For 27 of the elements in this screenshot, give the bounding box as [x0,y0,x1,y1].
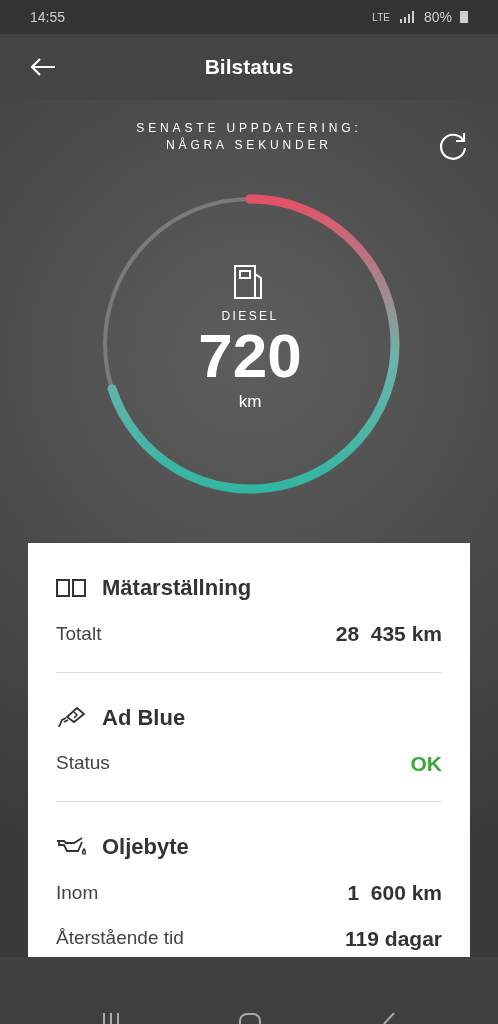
section-title: Oljebyte [102,833,189,861]
oil-can-icon [56,835,86,858]
row-value: 1 600 km [347,880,442,906]
recent-apps-icon[interactable] [100,1013,122,1024]
row-label: Status [56,751,110,775]
home-icon[interactable] [238,1012,262,1024]
row-label: Återstående tid [56,926,184,950]
section-title: Mätarställning [102,574,252,602]
nozzle-icon [56,706,86,728]
odometer-icon [56,576,86,599]
row-value: 119 dagar [345,925,442,952]
battery-percent: 80% [423,7,452,27]
update-label: SENASTE UPPDATERING: [136,120,362,137]
row-label: Totalt [56,621,102,646]
battery-icon [460,11,468,23]
section-title: Ad Blue [102,703,186,732]
status-value: OK [410,750,442,777]
network-label: LTE [372,10,390,25]
row-value: 28 435 km [335,621,442,647]
back-icon[interactable] [382,1013,396,1024]
signal-icon [397,11,416,23]
status-time: 14:55 [30,7,66,27]
page-title: Bilstatus [203,54,295,81]
back-arrow-icon[interactable] [30,58,56,76]
update-time: NÅGRA SEKUNDER [166,137,332,154]
row-label: Inom [56,880,99,905]
refresh-icon[interactable] [437,130,469,162]
